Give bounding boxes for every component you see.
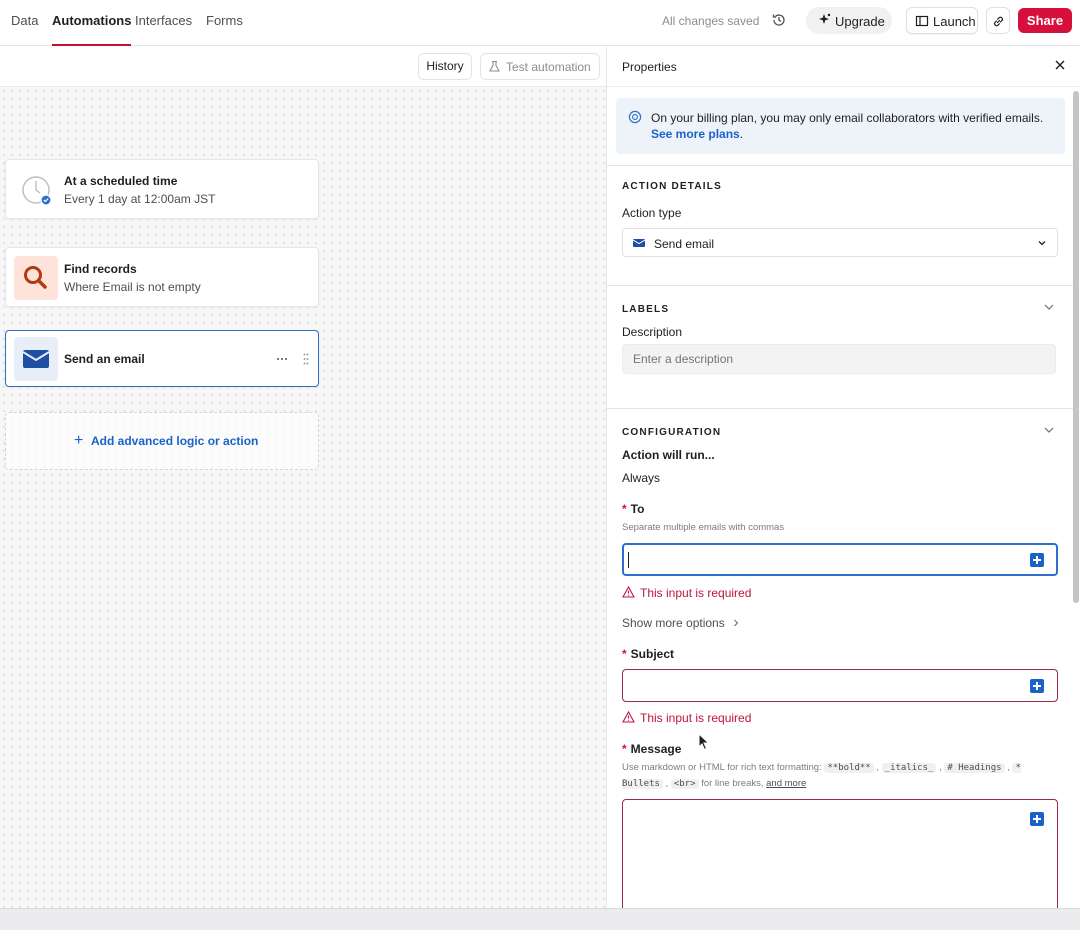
subject-label: * Subject [622,647,675,661]
find-records-subtitle: Where Email is not empty [64,280,201,294]
top-nav: Data Automations Interfaces Forms All ch… [0,0,1080,46]
description-input[interactable] [622,344,1056,374]
message-hint: Use markdown or HTML for rich text forma… [622,762,1021,789]
find-records-card[interactable]: Find records Where Email is not empty [5,247,319,307]
upgrade-label: Upgrade [835,14,885,29]
insert-field-icon[interactable] [1030,812,1044,826]
plus-icon: + [74,432,84,449]
save-status: All changes saved [662,14,760,28]
launch-button[interactable]: Launch [906,7,978,34]
upgrade-button[interactable]: Upgrade [806,7,892,34]
to-hint: Separate multiple emails with commas [622,522,785,533]
warning-icon [622,586,635,598]
send-email-title: Send an email [64,352,145,366]
trigger-card[interactable]: At a scheduled time Every 1 day at 12:00… [5,159,319,219]
see-more-plans-link[interactable]: See more plans [651,127,740,141]
properties-panel: Properties On your billing plan, you may… [606,47,1080,908]
tab-data[interactable]: Data [11,0,38,46]
description-label: Description [622,325,683,339]
bottom-bar [0,908,1080,930]
link-icon [994,16,1003,27]
warning-icon [622,711,635,723]
action-details-header: ACTION DETAILS [622,181,722,192]
launch-label: Launch [933,14,976,29]
drag-handle-icon[interactable] [303,353,309,365]
billing-notice: On your billing plan, you may only email… [616,98,1065,154]
copy-link-button[interactable] [986,7,1010,34]
labels-header: LABELS [622,304,670,315]
send-email-card[interactable]: Send an email [5,330,319,387]
action-type-value: Send email [654,237,715,251]
subject-input[interactable] [622,669,1058,702]
search-icon [14,256,58,300]
tab-forms[interactable]: Forms [206,0,243,46]
text-cursor [628,552,629,568]
sparkle-icon [819,13,831,24]
add-action-button[interactable]: + Add advanced logic or action [5,412,319,470]
clock-icon [22,176,52,206]
trigger-subtitle: Every 1 day at 12:00am JST [64,192,216,206]
panel-title: Properties [622,60,677,74]
envelope-icon [14,337,58,381]
message-input[interactable] [622,799,1058,908]
action-type-label: Action type [622,206,682,220]
history-button[interactable]: History [418,53,472,80]
message-label: * Message [622,742,682,756]
test-automation-label: Test automation [506,60,591,74]
divider [607,165,1075,166]
to-label: * To [622,502,645,516]
chevron-down-icon[interactable] [1043,302,1055,312]
panel-scrollbar[interactable] [1073,91,1079,603]
canvas-toolbar: History Test automation [0,47,606,87]
mouse-pointer-icon [698,733,710,751]
flask-icon [489,60,500,72]
badge-icon [628,110,642,124]
test-automation-button[interactable]: Test automation [480,53,600,80]
tab-automations[interactable]: Automations [52,0,132,46]
divider [607,285,1075,286]
action-run-value: Always [622,471,661,485]
automation-canvas: History Test automation At a scheduled t… [0,47,606,908]
insert-field-icon[interactable] [1030,553,1044,567]
close-icon[interactable] [1054,59,1066,71]
launch-icon [915,15,929,27]
more-options-icon[interactable] [276,357,288,361]
insert-field-icon[interactable] [1030,679,1044,693]
divider [607,408,1075,409]
chevron-down-icon [1038,241,1046,246]
add-action-label: Add advanced logic or action [91,434,259,448]
to-input[interactable] [622,543,1058,576]
billing-notice-text: On your billing plan, you may only email… [651,111,1044,125]
find-records-title: Find records [64,262,137,276]
chevron-down-icon[interactable] [1043,425,1055,435]
tab-interfaces[interactable]: Interfaces [135,0,192,46]
action-run-label: Action will run... [622,448,715,462]
and-more-link[interactable]: and more [766,778,806,789]
configuration-header: CONFIGURATION [622,427,722,438]
chevron-right-icon [734,619,739,627]
action-type-select[interactable]: Send email [622,228,1058,257]
show-more-options-link[interactable]: Show more options [622,616,740,630]
envelope-icon [633,239,645,247]
share-button[interactable]: Share [1018,8,1072,33]
trigger-title: At a scheduled time [64,174,178,188]
panel-header: Properties [607,47,1080,87]
history-icon[interactable] [771,12,787,28]
